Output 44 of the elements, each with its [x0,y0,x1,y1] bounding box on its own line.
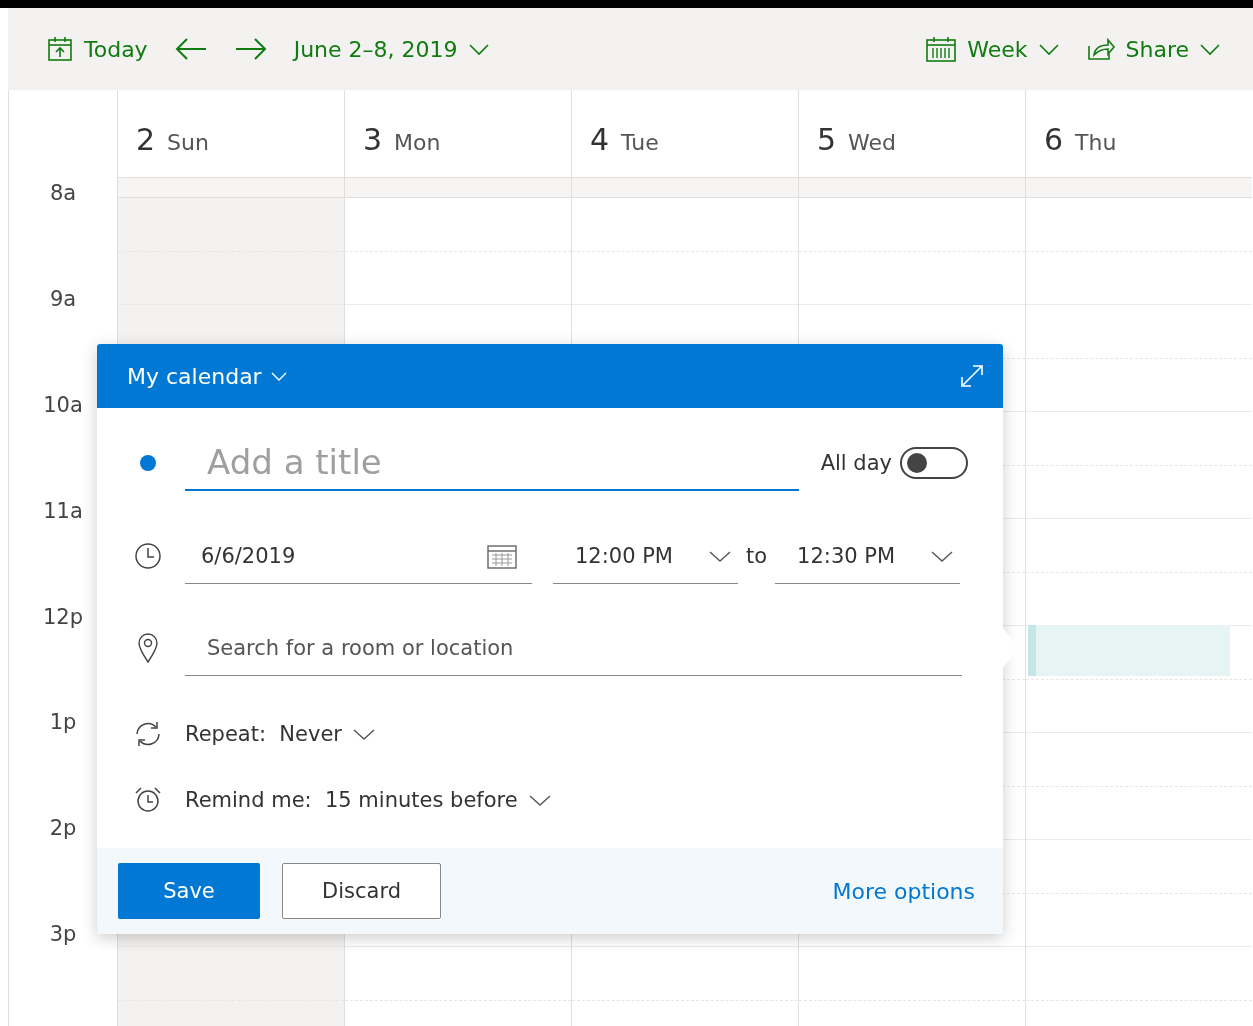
hour-label: 9a [49,285,77,313]
alarm-clock-icon [133,785,163,815]
day-header[interactable]: 2 Sun [118,90,344,177]
calendar-grid-icon [925,35,958,63]
hour-label: 8a [49,180,77,207]
today-button[interactable]: Today [38,31,156,67]
chevron-down-icon [351,727,376,741]
start-time-dropdown[interactable]: 12:00 PM [553,528,738,584]
date-field[interactable]: 6/6/2019 [185,528,532,584]
hour-label: 11a [43,497,83,525]
share-button[interactable]: Share [1077,32,1229,66]
more-options-link[interactable]: More options [832,878,975,904]
repeat-icon [133,719,163,749]
to-label: to [746,544,768,568]
repeat-dropdown[interactable]: Repeat: Never [185,718,376,750]
save-button[interactable]: Save [118,863,260,919]
chevron-down-icon [708,548,732,563]
discard-button[interactable]: Discard [282,863,441,919]
hour-label: 3p [49,921,77,949]
view-dropdown[interactable]: Week [917,31,1068,67]
day-header[interactable]: 3 Mon [345,90,571,177]
chevron-down-icon [930,548,955,563]
chevron-down-icon [527,793,552,807]
reminder-dropdown[interactable]: Remind me: 15 minutes before [185,784,552,816]
clock-icon [133,541,163,571]
day-header[interactable]: 4 Tue [572,90,798,177]
hour-label: 2p [49,815,77,843]
calendar-dropdown[interactable]: My calendar [119,359,296,393]
calendar-icon [46,35,74,63]
all-day-label: All day [820,451,892,475]
all-day-toggle[interactable] [900,447,968,479]
chevron-down-icon [1037,42,1060,56]
day-header[interactable]: 5 Wed [799,90,1025,177]
day-header[interactable]: 6 Thu [1026,90,1252,177]
chevron-down-icon [269,370,288,382]
hour-label: 12p [42,603,84,631]
date-range-dropdown[interactable]: June 2–8, 2019 [285,32,498,66]
chevron-down-icon [467,42,490,56]
hour-label: 10a [43,391,83,419]
end-time-dropdown[interactable]: 12:30 PM [775,528,961,584]
chevron-down-icon [1199,42,1221,56]
expand-icon[interactable] [959,363,985,389]
share-icon [1085,36,1116,62]
hour-label: 1p [49,709,77,737]
